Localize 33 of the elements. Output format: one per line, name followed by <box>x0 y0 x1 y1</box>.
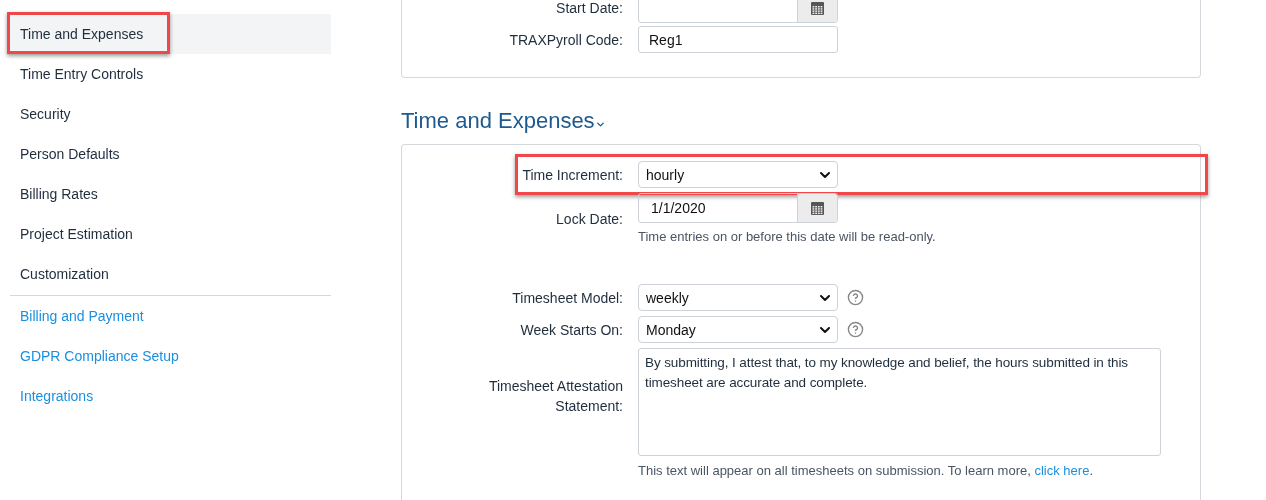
calendar-icon <box>811 1 824 15</box>
sidebar-item[interactable]: Project Estimation <box>10 214 331 254</box>
sidebar-link[interactable]: GDPR Compliance Setup <box>10 336 331 376</box>
field-label: Start Date: <box>555 0 623 18</box>
help-icon[interactable] <box>847 321 864 338</box>
sidebar-item[interactable]: Time Entry Controls <box>10 54 331 94</box>
sidebar-item[interactable]: Billing Rates <box>10 174 331 214</box>
sidebar-link[interactable]: Billing and Payment <box>10 296 331 336</box>
sidebar-item[interactable]: Person Defaults <box>10 134 331 174</box>
calendar-icon <box>811 201 824 215</box>
field-label: TRAXPyroll Code: <box>508 30 623 50</box>
calendar-button[interactable] <box>797 194 837 222</box>
help-icon[interactable] <box>847 289 864 306</box>
sidebar-link[interactable]: Integrations <box>10 376 331 416</box>
text-field[interactable]: Reg1 <box>638 26 838 53</box>
hint-text: This text will appear on all timesheets on submission. To learn more, click here. <box>638 463 1094 478</box>
sidebar-item[interactable]: Time and Expenses <box>10 14 331 54</box>
date-field[interactable] <box>638 0 838 23</box>
text-area[interactable]: By submitting, I attest that, to my knowledge and belief, the hours submitted in this timesheet are accurate and complete. <box>638 348 1161 456</box>
dropdown[interactable]: Monday <box>638 316 838 343</box>
dropdown[interactable]: weekly <box>638 284 838 311</box>
field-label: Week Starts On: <box>519 320 623 340</box>
field-label: Lock Date: <box>555 209 623 229</box>
field-label: Timesheet Model: <box>511 288 623 308</box>
sidebar-item[interactable]: Customization <box>10 254 331 294</box>
calendar-button[interactable] <box>797 0 837 22</box>
date-field[interactable]: 1/1/2020 <box>638 193 838 223</box>
dropdown[interactable]: hourly <box>638 161 838 188</box>
section-heading[interactable]: Time and Expenses <box>401 108 595 134</box>
sidebar-item[interactable]: Security <box>10 94 331 134</box>
hint-text: Time entries on or before this date will be read-only. <box>638 229 937 244</box>
field-label: Time Increment: <box>521 165 623 185</box>
field-label: Timesheet Attestation Statement: <box>487 377 623 416</box>
